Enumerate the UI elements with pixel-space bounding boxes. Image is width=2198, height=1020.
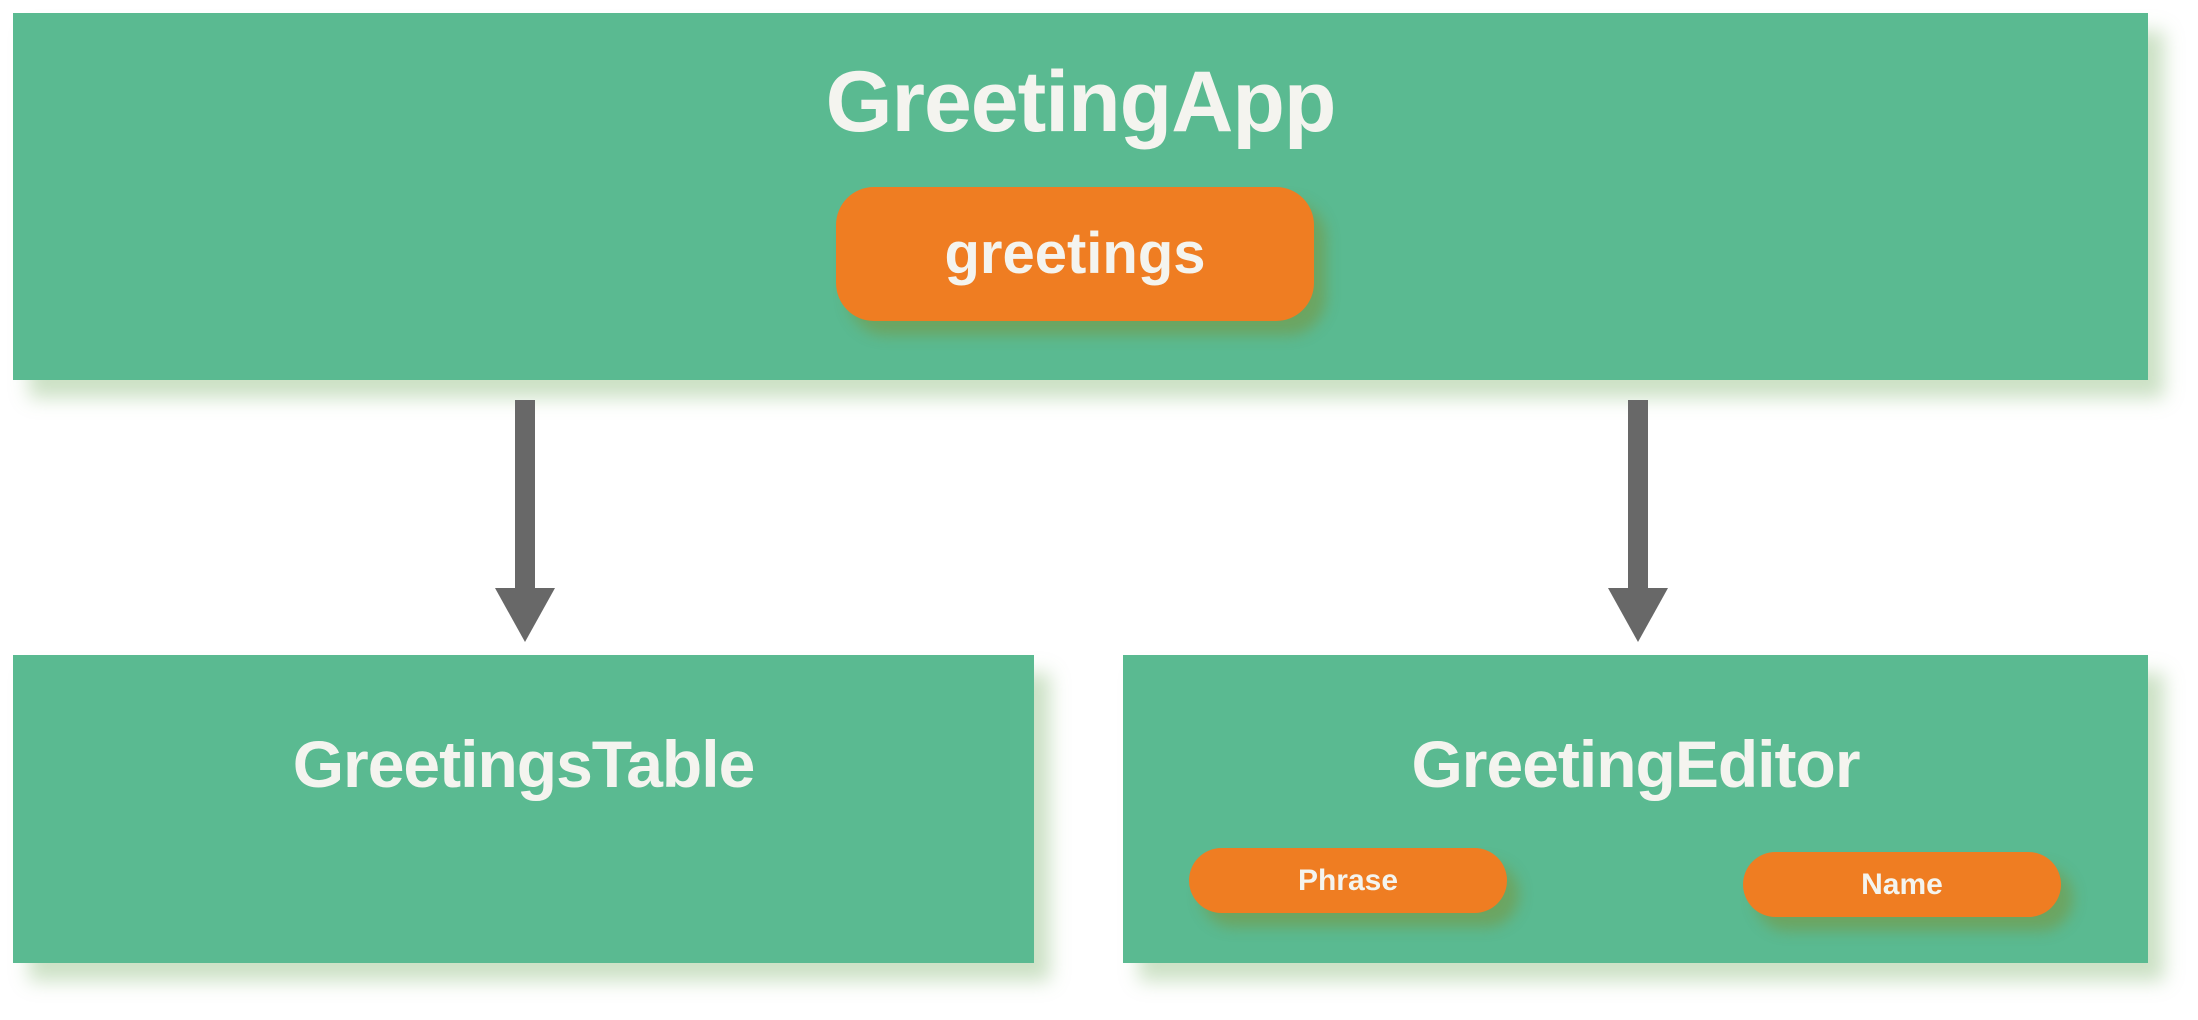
greeting-app-title: GreetingApp [825,54,1337,150]
arrow-shaft-right [1628,400,1648,590]
greetings-table-title: GreetingsTable [292,727,756,801]
greeting-editor-box: GreetingEditor Phrase Name [1123,655,2148,963]
arrow-head-right [1608,588,1668,642]
greetings-state-pill: greetings [836,187,1314,321]
arrow-head-left [495,588,555,642]
phrase-field-pill: Phrase [1189,848,1507,913]
greetings-table-box: GreetingsTable [13,655,1034,963]
name-field-pill: Name [1743,852,2061,917]
arrow-to-greetings-table [495,400,555,642]
greeting-app-box: GreetingApp greetings [13,13,2148,380]
arrow-shaft-left [515,400,535,590]
arrow-to-greeting-editor [1608,400,1668,642]
greeting-editor-title: GreetingEditor [1411,727,1860,801]
component-diagram: GreetingApp greetings GreetingsTable Gre… [0,0,2198,1020]
